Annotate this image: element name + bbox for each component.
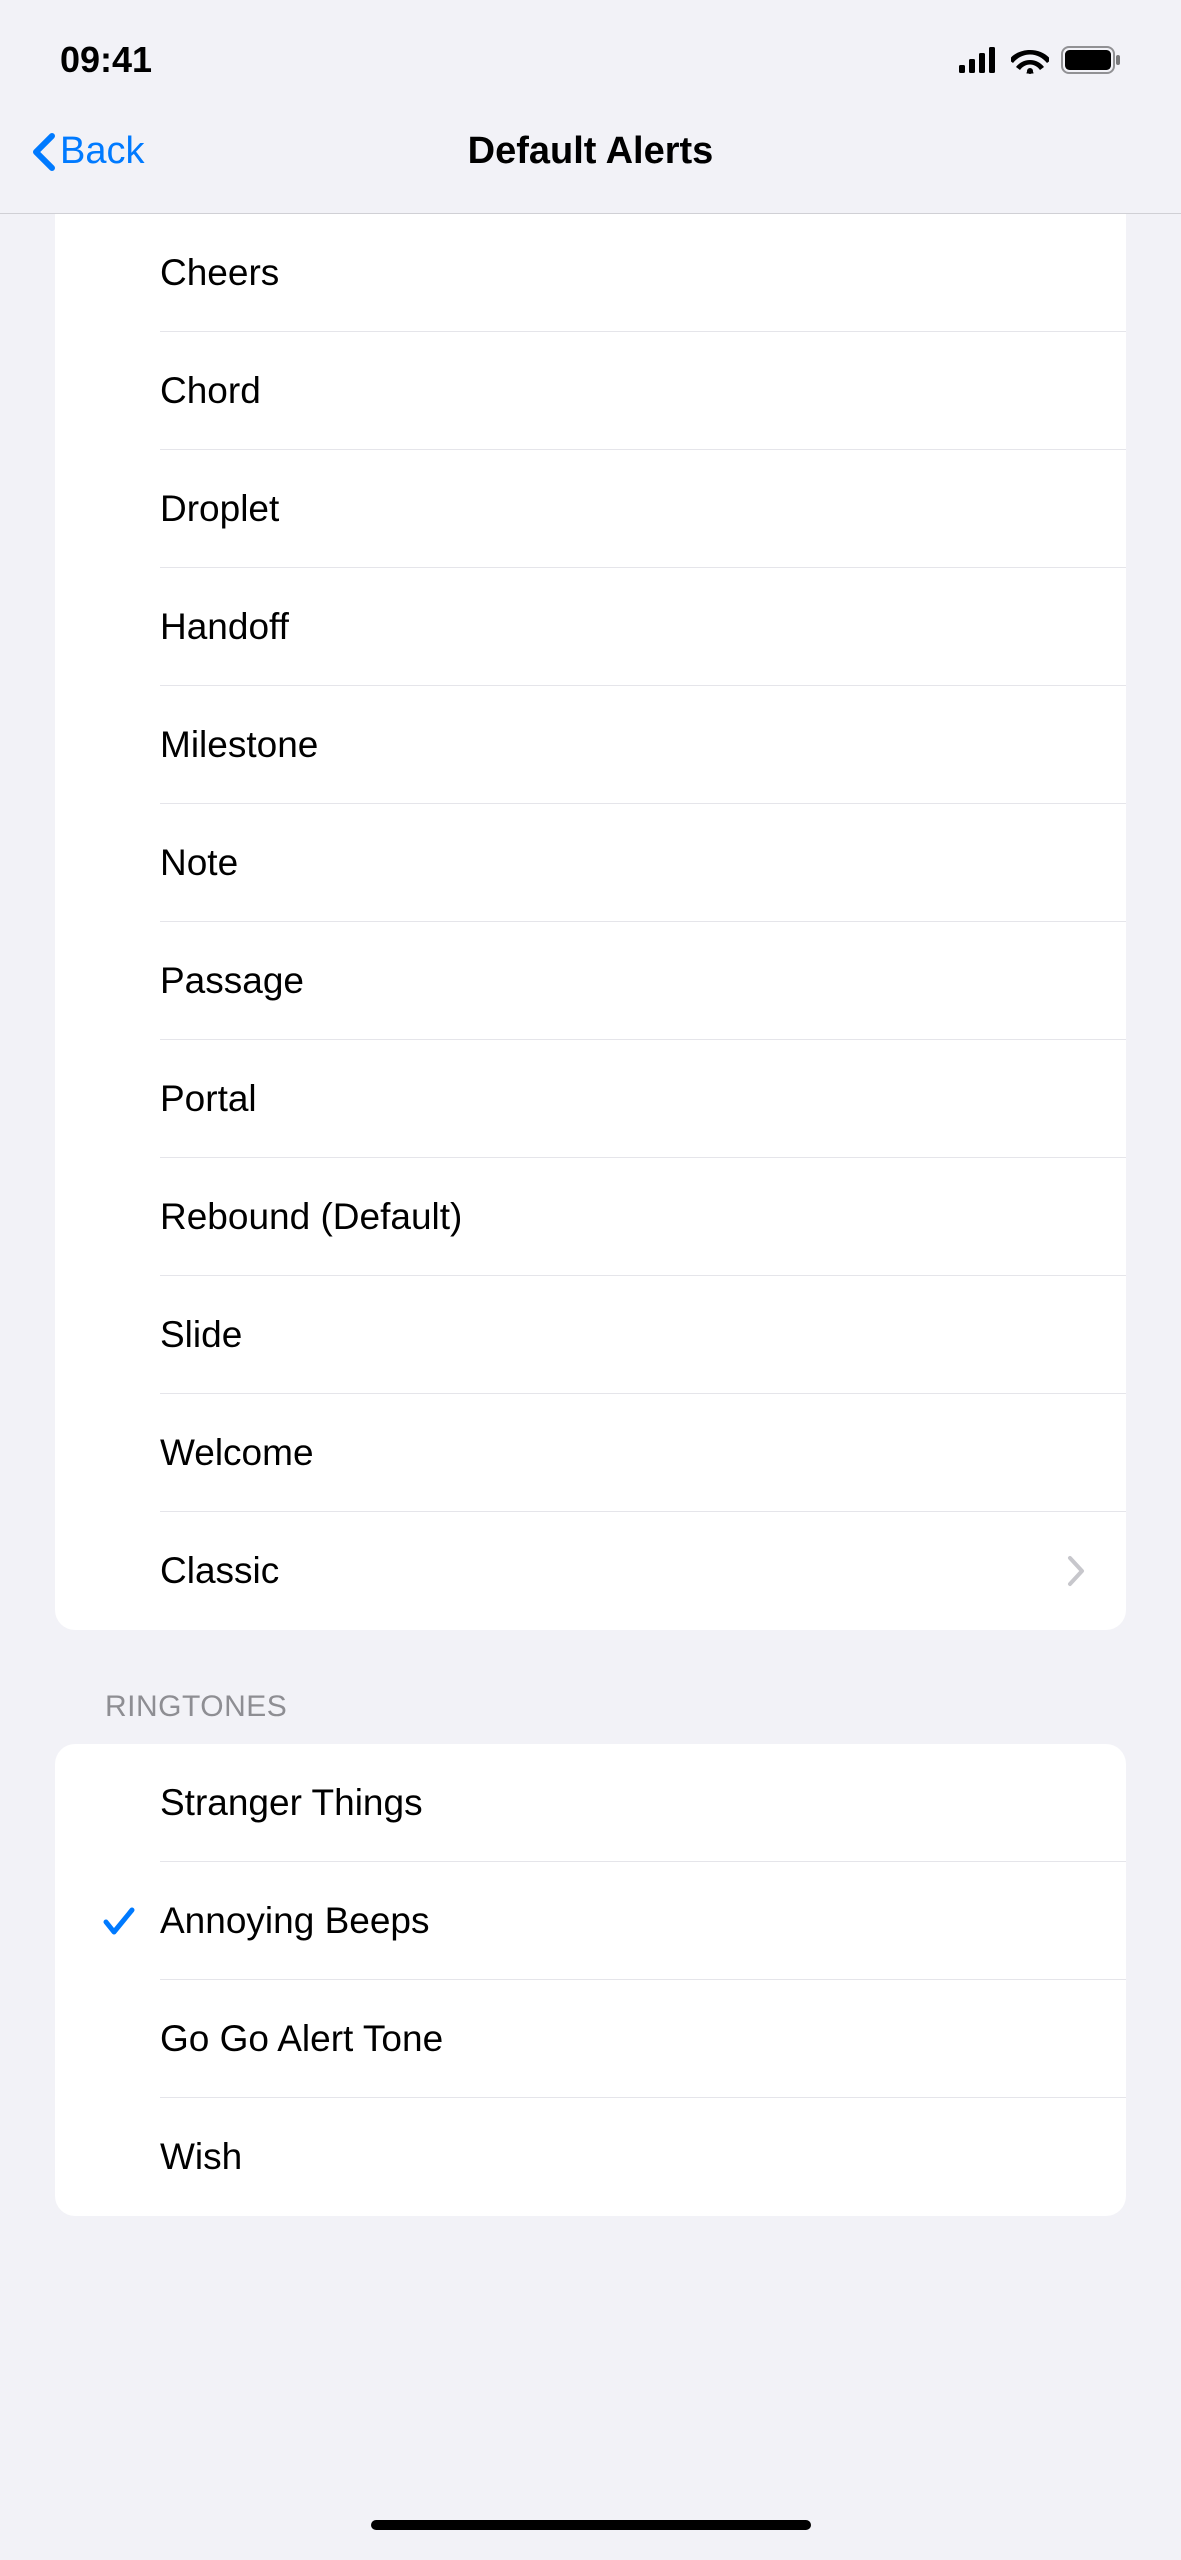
alert-tone-item[interactable]: Chord <box>55 332 1126 450</box>
alert-tone-label: Portal <box>160 1078 257 1120</box>
alert-tone-label: Droplet <box>160 488 279 530</box>
ringtone-item[interactable]: Annoying Beeps <box>55 1862 1126 1980</box>
alert-tone-item[interactable]: Rebound (Default) <box>55 1158 1126 1276</box>
alert-tone-label: Cheers <box>160 252 279 294</box>
chevron-right-icon <box>1066 1554 1086 1588</box>
wifi-icon <box>1011 46 1049 74</box>
alert-tone-item[interactable]: Welcome <box>55 1394 1126 1512</box>
ringtone-label: Stranger Things <box>160 1782 423 1824</box>
nav-title: Default Alerts <box>468 130 714 173</box>
status-time: 09:41 <box>60 39 152 81</box>
alert-tone-label: Classic <box>160 1550 279 1592</box>
alert-tone-item[interactable]: Passage <box>55 922 1126 1040</box>
home-indicator[interactable] <box>371 2520 811 2530</box>
back-button[interactable]: Back <box>30 130 144 173</box>
alert-tone-item[interactable]: Portal <box>55 1040 1126 1158</box>
alert-tone-label: Welcome <box>160 1432 314 1474</box>
alert-tone-label: Slide <box>160 1314 242 1356</box>
checkmark-icon <box>100 1902 138 1940</box>
alert-tone-label: Note <box>160 842 238 884</box>
ringtone-label: Go Go Alert Tone <box>160 2018 443 2060</box>
alert-tone-item[interactable]: Cheers <box>55 214 1126 332</box>
alert-tone-item[interactable]: Slide <box>55 1276 1126 1394</box>
ringtone-item[interactable]: Go Go Alert Tone <box>55 1980 1126 2098</box>
alert-tone-label: Milestone <box>160 724 318 766</box>
battery-icon <box>1061 46 1121 74</box>
status-icons <box>959 46 1121 74</box>
back-label: Back <box>60 130 144 173</box>
alert-tone-label: Handoff <box>160 606 289 648</box>
ringtone-label: Annoying Beeps <box>160 1900 429 1942</box>
alert-tone-label: Passage <box>160 960 304 1002</box>
status-bar: 09:41 <box>0 0 1181 110</box>
alert-tone-item[interactable]: Milestone <box>55 686 1126 804</box>
chevron-left-icon <box>30 132 56 172</box>
alert-tone-item[interactable]: Droplet <box>55 450 1126 568</box>
nav-bar: Back Default Alerts <box>0 110 1181 214</box>
ringtones-list: Stranger Things Annoying Beeps Go Go Alert… <box>55 1744 1126 2216</box>
alert-tones-list: Cheers Chord Droplet Handoff Milestone Note Pa… <box>55 214 1126 1630</box>
alert-tone-label: Chord <box>160 370 261 412</box>
alert-tone-item[interactable]: Note <box>55 804 1126 922</box>
ringtone-item[interactable]: Wish <box>55 2098 1126 2216</box>
alert-tone-item[interactable]: Handoff <box>55 568 1126 686</box>
alert-tone-label: Rebound (Default) <box>160 1196 462 1238</box>
cellular-icon <box>959 47 999 73</box>
ringtone-label: Wish <box>160 2136 242 2178</box>
alert-tone-item[interactable]: Classic <box>55 1512 1126 1630</box>
ringtone-item[interactable]: Stranger Things <box>55 1744 1126 1862</box>
ringtones-header: RINGTONES <box>55 1630 1126 1744</box>
